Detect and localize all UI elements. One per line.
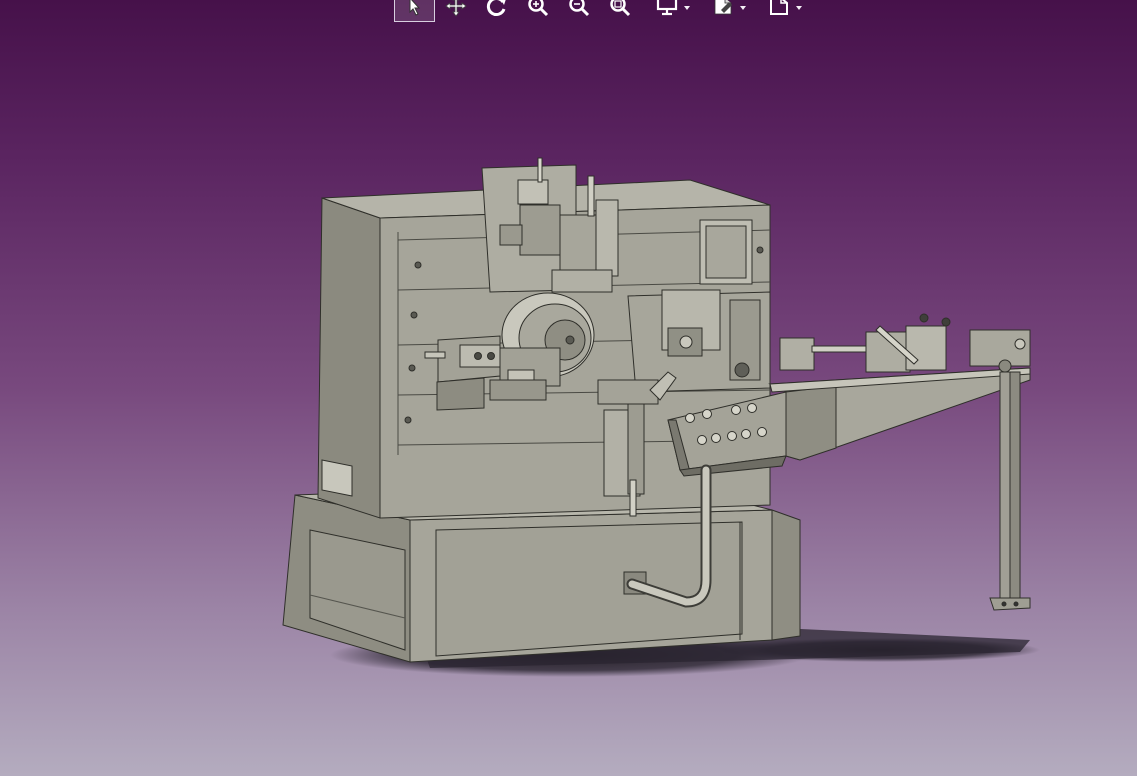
upper-actuator-assembly [481, 157, 619, 293]
wire-guide-arm [768, 313, 1031, 611]
machine-3d-model[interactable] [0, 0, 1137, 776]
3d-viewport[interactable] [0, 0, 1137, 776]
